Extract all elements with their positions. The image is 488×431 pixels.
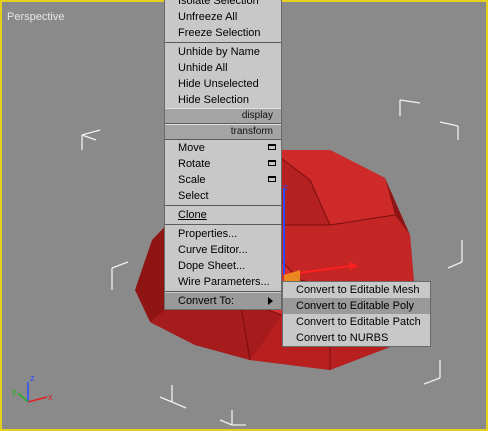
menu-item-freeze-selection[interactable]: Freeze Selection: [165, 25, 281, 41]
menu-item-isolate-selection[interactable]: Isolate Selection: [165, 0, 281, 9]
settings-box-icon[interactable]: [268, 160, 276, 166]
menu-separator: [165, 205, 281, 206]
menu-item-clone[interactable]: Clone: [165, 207, 281, 223]
menu-item-label: Clone: [178, 209, 207, 221]
menu-item-convert-editable-patch[interactable]: Convert to Editable Patch: [283, 314, 430, 330]
menu-separator: [165, 42, 281, 43]
menu-item-unhide-by-name[interactable]: Unhide by Name: [165, 44, 281, 60]
menu-item-wire-parameters[interactable]: Wire Parameters...: [165, 274, 281, 290]
menu-item-hide-selection[interactable]: Hide Selection: [165, 92, 281, 108]
menu-item-unfreeze-all[interactable]: Unfreeze All: [165, 9, 281, 25]
settings-box-icon[interactable]: [268, 144, 276, 150]
perspective-viewport[interactable]: Perspective z x y z Isolate Selection Un…: [0, 0, 488, 431]
convert-to-submenu: Convert to Editable Mesh Convert to Edit…: [282, 281, 431, 347]
submenu-arrow-icon: [268, 297, 273, 305]
menu-item-convert-nurbs[interactable]: Convert to NURBS: [283, 330, 430, 346]
menu-item-label: Convert To:: [178, 295, 235, 307]
axis-x-label: x: [48, 392, 53, 402]
menu-separator: [165, 291, 281, 292]
quadrant-header-transform: transform: [165, 124, 281, 140]
settings-box-icon[interactable]: [268, 176, 276, 182]
menu-item-hide-unselected[interactable]: Hide Unselected: [165, 76, 281, 92]
menu-item-properties[interactable]: Properties...: [165, 226, 281, 242]
menu-item-unhide-all[interactable]: Unhide All: [165, 60, 281, 76]
quadrant-header-display: display: [165, 108, 281, 124]
quad-menu: Isolate Selection Unfreeze All Freeze Se…: [164, 0, 282, 310]
menu-item-scale[interactable]: Scale: [165, 172, 281, 188]
menu-item-dope-sheet[interactable]: Dope Sheet...: [165, 258, 281, 274]
menu-separator: [165, 224, 281, 225]
axis-z-label: z: [30, 373, 35, 383]
menu-item-select[interactable]: Select: [165, 188, 281, 204]
menu-item-convert-editable-mesh[interactable]: Convert to Editable Mesh: [283, 282, 430, 298]
axis-y-label: y: [12, 386, 17, 396]
menu-item-label: Scale: [178, 174, 206, 186]
gizmo-z-label: z: [283, 182, 288, 192]
menu-item-convert-editable-poly[interactable]: Convert to Editable Poly: [283, 298, 430, 314]
menu-item-rotate[interactable]: Rotate: [165, 156, 281, 172]
menu-item-move[interactable]: Move: [165, 140, 281, 156]
menu-item-label: Move: [178, 142, 205, 154]
menu-item-convert-to[interactable]: Convert To:: [165, 293, 281, 309]
menu-item-curve-editor[interactable]: Curve Editor...: [165, 242, 281, 258]
menu-item-label: Rotate: [178, 158, 211, 170]
